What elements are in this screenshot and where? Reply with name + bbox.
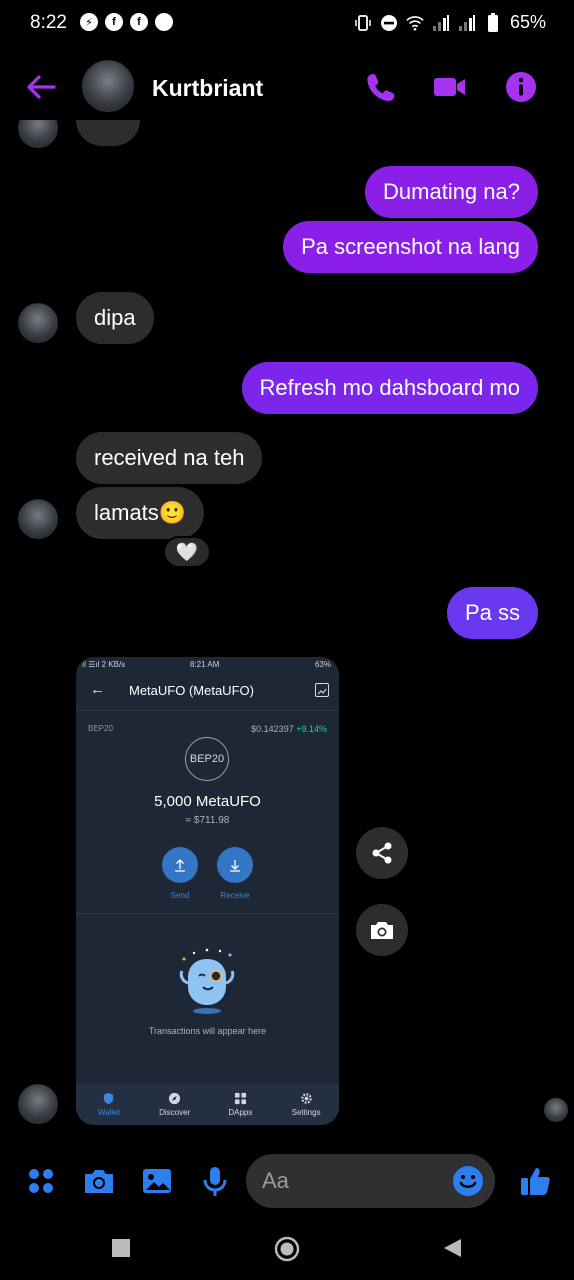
phone-icon — [367, 74, 395, 102]
facebook-icon: f — [130, 13, 148, 31]
gear-icon — [300, 1092, 312, 1104]
conversation-header: Kurtbriant — [0, 56, 574, 120]
vibrate-icon — [354, 14, 372, 32]
system-navigation-bar — [0, 1216, 574, 1280]
image-empty-state-text: Transactions will appear here — [148, 1026, 267, 1036]
shared-image[interactable]: ıl ☰ıl 2 KB/s 8:21 AM 63% ← MetaUFO (Met… — [76, 657, 339, 1125]
status-bar: 8:22 ⚡ f f 65% — [0, 0, 574, 48]
image-nav-dapps: DApps — [208, 1083, 274, 1125]
battery-icon — [484, 12, 502, 32]
contact-avatar[interactable] — [82, 60, 134, 112]
camera-icon — [371, 922, 393, 939]
image-token-title: MetaUFO (MetaUFO) — [129, 683, 254, 698]
emoji-button[interactable] — [452, 1165, 484, 1197]
image-token-badge: BEP20 — [185, 737, 229, 781]
message-input[interactable] — [262, 1168, 442, 1194]
signal-icon — [458, 14, 476, 32]
seen-indicator-avatar — [544, 1098, 568, 1122]
image-chart-icon — [315, 683, 329, 697]
video-call-button[interactable] — [432, 70, 466, 104]
info-button[interactable] — [504, 70, 538, 104]
image-mascot-illustration — [174, 945, 240, 1017]
compass-icon — [169, 1092, 181, 1104]
image-send-label: Send — [170, 891, 190, 900]
image-nav-settings: Settings — [273, 1083, 339, 1125]
camera-icon — [85, 1170, 113, 1193]
image-divider — [76, 913, 339, 914]
share-button[interactable] — [356, 827, 408, 879]
shield-icon — [104, 1092, 114, 1104]
smiley-icon — [453, 1166, 483, 1196]
contact-name[interactable]: Kurtbriant — [152, 75, 263, 102]
home-button[interactable] — [274, 1236, 300, 1267]
image-price: $0.142397 +9.14% — [251, 724, 327, 734]
back-arrow-icon — [27, 75, 56, 99]
battery-percent: 65% — [509, 12, 546, 32]
contact-avatar-small — [18, 1084, 58, 1124]
image-back-arrow-icon: ← — [90, 681, 105, 698]
share-icon — [372, 842, 392, 864]
image-balance: 5,000 MetaUFO — [154, 793, 261, 810]
video-camera-icon — [434, 78, 465, 96]
square-icon — [112, 1239, 130, 1257]
voice-call-button[interactable] — [364, 70, 398, 104]
image-nav-wallet: Wallet — [76, 1083, 142, 1125]
facebook-icon: f — [105, 13, 123, 31]
voice-message-button[interactable] — [198, 1164, 232, 1198]
image-send-icon — [162, 847, 198, 883]
status-indicators: 65% — [354, 12, 546, 33]
circle-icon — [155, 13, 173, 31]
info-icon — [506, 72, 536, 102]
contact-avatar-small — [18, 120, 58, 148]
reaction-badge[interactable]: 🤍 — [163, 536, 211, 568]
grid-icon — [234, 1092, 246, 1104]
image-nav-discover: Discover — [142, 1083, 208, 1125]
gallery-button[interactable] — [140, 1164, 174, 1198]
image-receive-label: Receive — [220, 891, 250, 900]
status-time: 8:22 — [30, 12, 67, 33]
message-bubble-outgoing[interactable]: Pa ss — [446, 587, 538, 639]
camera-reply-button[interactable] — [356, 904, 408, 956]
thumbs-up-icon — [521, 1168, 550, 1195]
image-bottom-nav: Wallet Discover DApps Settings — [76, 1083, 339, 1125]
notification-icons: ⚡ f f — [80, 13, 173, 31]
image-fiat-value: ≈ $711.98 — [185, 815, 230, 826]
signal-icon — [432, 14, 450, 32]
camera-button[interactable] — [82, 1164, 116, 1198]
home-circle-icon — [274, 1236, 300, 1262]
four-dots-icon — [29, 1169, 53, 1193]
image-icon — [143, 1169, 171, 1193]
image-receive-icon — [217, 847, 253, 883]
dnd-icon — [380, 14, 398, 32]
message-input-wrapper — [246, 1154, 495, 1208]
message-bubble-incoming[interactable]: lamats🙂 — [76, 487, 205, 539]
message-bubble-outgoing[interactable]: Refresh mo dahsboard mo — [241, 362, 538, 414]
heart-icon: 🤍 — [175, 541, 199, 562]
more-actions-button[interactable] — [24, 1164, 58, 1198]
message-bubble-incoming[interactable]: received na teh — [76, 432, 263, 484]
image-status-bar: ıl ☰ıl 2 KB/s 8:21 AM 63% — [82, 660, 331, 669]
microphone-icon — [203, 1167, 227, 1196]
like-button[interactable] — [518, 1164, 552, 1198]
contact-avatar-small — [18, 303, 58, 343]
recents-button[interactable] — [111, 1238, 131, 1263]
contact-avatar-small — [18, 499, 58, 539]
back-button[interactable] — [24, 70, 58, 104]
message-composer — [0, 1150, 574, 1212]
image-app-header: ← MetaUFO (MetaUFO) — [76, 671, 339, 711]
message-bubble-partial[interactable] — [76, 120, 140, 146]
image-network-label: BEP20 — [88, 724, 113, 733]
messenger-icon: ⚡ — [80, 13, 98, 31]
system-back-button[interactable] — [442, 1238, 462, 1263]
message-bubble-outgoing[interactable]: Pa screenshot na lang — [283, 221, 538, 273]
message-bubble-outgoing[interactable]: Dumating na? — [365, 166, 538, 218]
triangle-back-icon — [444, 1239, 461, 1257]
message-list[interactable]: Dumating na? Pa screenshot na lang dipa … — [0, 120, 574, 1140]
wifi-icon — [406, 14, 424, 32]
message-bubble-incoming[interactable]: dipa — [76, 292, 154, 344]
